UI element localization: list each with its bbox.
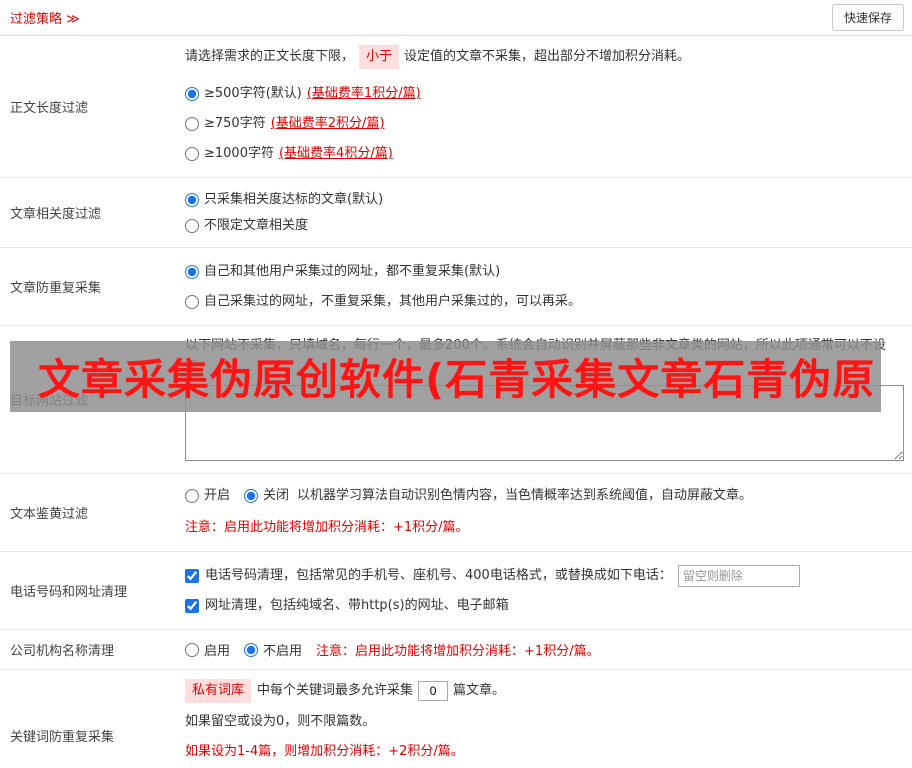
- keyword-note-zero: 如果留空或设为0，则不限篇数。: [185, 714, 376, 729]
- radio-porn-on[interactable]: [185, 489, 199, 503]
- keyword-note-cost: 如果设为1-4篇，则增加积分消耗：+2积分/篇。: [185, 744, 464, 759]
- row-phone-url-cleanup: 电话号码和网址清理 电话号码清理，包括常见的手机号、座机号、400电话格式，或替…: [0, 552, 912, 630]
- option-length-500[interactable]: ≥500字符(默认) (基础费率1积分/篇): [185, 79, 904, 109]
- row-label-target-site: 目标网站过滤: [10, 394, 89, 409]
- row-keyword-dedup: 关键词防重复采集 私有词库 中每个关键词最多允许采集 篇文章。 如果留空或设为0…: [0, 670, 912, 768]
- option-label: 启用: [204, 644, 231, 659]
- row-relevance-filter: 文章相关度过滤 只采集相关度达标的文章(默认) 不限定文章相关度: [0, 178, 912, 248]
- option-company-enable[interactable]: 启用: [185, 640, 230, 659]
- row-label-company-name: 公司机构名称清理: [10, 644, 115, 659]
- option-label: ≥750字符: [204, 116, 266, 131]
- row-company-name-cleanup: 公司机构名称清理 启用 不启用 注意：启用此功能将增加积分消耗：+1积分/篇。: [0, 630, 912, 670]
- keyword-limit-input[interactable]: [418, 681, 449, 701]
- option-label: 自己采集过的网址，不重复采集，其他用户采集过的，可以再采。: [204, 294, 582, 309]
- porn-filter-cost-note: 注意：启用此功能将增加积分消耗：+1积分/篇。: [185, 520, 469, 535]
- option-rate: (基础费率1积分/篇): [306, 86, 421, 101]
- replacement-phone-input[interactable]: [677, 565, 800, 587]
- row-target-site-filter: 目标网站过滤 以下网站不采集，只填域名，每行一个，最多200个。系统会自动识别并…: [0, 326, 912, 474]
- phone-cleanup-label: 电话号码清理，包括常见的手机号、座机号、400电话格式，或替换成如下电话：: [205, 568, 672, 583]
- option-dedup-all-users[interactable]: 自己和其他用户采集过的网址，都不重复采集(默认): [185, 257, 904, 287]
- private-lexicon-tag: 私有词库: [185, 679, 252, 703]
- option-label: 不启用: [263, 644, 303, 659]
- radio-porn-off[interactable]: [244, 489, 259, 503]
- url-cleanup-label: 网址清理，包括纯域名、带http(s)的网址、电子邮箱: [205, 598, 509, 613]
- option-label: 只采集相关度达标的文章(默认): [204, 192, 384, 207]
- option-relevance-match[interactable]: 只采集相关度达标的文章(默认): [185, 187, 904, 213]
- radio-relevance-match[interactable]: [185, 193, 199, 207]
- url-cleanup-checkbox[interactable]: [185, 599, 199, 613]
- option-dedup-self-only[interactable]: 自己采集过的网址，不重复采集，其他用户采集过的，可以再采。: [185, 287, 904, 317]
- target-site-intro: 以下网站不采集，只填域名，每行一个，最多200个。系统会自动识别并屏蔽那些非文章…: [185, 338, 886, 375]
- option-rate: (基础费率4积分/篇): [278, 146, 393, 161]
- option-length-750[interactable]: ≥750字符 (基础费率2积分/篇): [185, 109, 904, 139]
- option-label: ≥500字符(默认): [204, 86, 302, 101]
- row-label-relevance: 文章相关度过滤: [10, 207, 102, 222]
- phone-cleanup-line: 电话号码清理，包括常见的手机号、座机号、400电话格式，或替换成如下电话：: [185, 561, 904, 591]
- option-company-disable[interactable]: 不启用: [244, 640, 302, 659]
- url-cleanup-line: 网址清理，包括纯域名、带http(s)的网址、电子邮箱: [185, 591, 904, 621]
- row-label-body-length: 正文长度过滤: [10, 101, 89, 116]
- option-label: ≥1000字符: [204, 146, 274, 161]
- porn-filter-desc: 以机器学习算法自动识别色情内容，当色情概率达到系统阈值，自动屏蔽文章。: [297, 488, 753, 503]
- option-rate: (基础费率2积分/篇): [270, 116, 385, 131]
- radio-length-750[interactable]: [185, 117, 199, 131]
- radio-dedup-all-users[interactable]: [185, 265, 199, 279]
- body-length-intro: 请选择需求的正文长度下限， 小于 设定值的文章不采集，超出部分不增加积分消耗。: [185, 45, 904, 69]
- radio-length-500[interactable]: [185, 87, 199, 101]
- company-cost-note: 注意：启用此功能将增加积分消耗：+1积分/篇。: [316, 644, 600, 659]
- radio-dedup-self-only[interactable]: [185, 295, 199, 309]
- option-label: 关闭: [263, 488, 290, 503]
- row-label-phone-url: 电话号码和网址清理: [10, 585, 128, 600]
- option-porn-on[interactable]: 开启: [185, 483, 230, 509]
- phone-cleanup-checkbox[interactable]: [185, 569, 199, 583]
- header-bar: 过滤策略 ≫ 快速保存: [0, 0, 912, 36]
- keyword-limit-text: 中每个关键词最多允许采集: [257, 683, 414, 698]
- intro-text-before: 请选择需求的正文长度下限，: [185, 49, 355, 64]
- row-porn-filter: 文本鉴黄过滤 开启 关闭 以机器学习算法自动识别色情内容，当色情概率达到系统阈值…: [0, 474, 912, 552]
- radio-length-1000[interactable]: [185, 147, 199, 161]
- option-porn-off[interactable]: 关闭: [244, 483, 289, 509]
- less-than-highlight: 小于: [359, 45, 400, 69]
- radio-relevance-any[interactable]: [185, 219, 199, 233]
- row-label-dedup: 文章防重复采集: [10, 281, 102, 296]
- row-label-porn-filter: 文本鉴黄过滤: [10, 507, 89, 522]
- option-label: 不限定文章相关度: [204, 218, 309, 233]
- keyword-limit-suffix: 篇文章。: [453, 683, 506, 698]
- quick-save-button[interactable]: 快速保存: [831, 4, 904, 31]
- radio-company-enable[interactable]: [185, 642, 199, 657]
- option-label: 开启: [204, 488, 231, 503]
- porn-filter-options: 开启 关闭 以机器学习算法自动识别色情内容，当色情概率达到系统阈值，自动屏蔽文章…: [185, 483, 904, 509]
- keyword-limit-line: 私有词库 中每个关键词最多允许采集 篇文章。: [185, 679, 904, 703]
- filter-strategy-page: 过滤策略 ≫ 快速保存 正文长度过滤 请选择需求的正文长度下限， 小于 设定值的文章…: [0, 0, 912, 768]
- row-label-keyword-dedup: 关键词防重复采集: [10, 730, 115, 745]
- row-dedup-collect: 文章防重复采集 自己和其他用户采集过的网址，都不重复采集(默认) 自己采集过的网…: [0, 248, 912, 326]
- radio-company-disable[interactable]: [244, 642, 259, 657]
- option-label: 自己和其他用户采集过的网址，都不重复采集(默认): [204, 264, 501, 279]
- option-relevance-any[interactable]: 不限定文章相关度: [185, 213, 904, 239]
- page-title[interactable]: 过滤策略 ≫: [10, 8, 80, 27]
- intro-text-after: 设定值的文章不采集，超出部分不增加积分消耗。: [404, 49, 691, 64]
- blocked-sites-textarea[interactable]: [185, 385, 904, 461]
- row-body-length-filter: 正文长度过滤 请选择需求的正文长度下限， 小于 设定值的文章不采集，超出部分不增加积…: [0, 36, 912, 178]
- option-length-1000[interactable]: ≥1000字符 (基础费率4积分/篇): [185, 139, 904, 169]
